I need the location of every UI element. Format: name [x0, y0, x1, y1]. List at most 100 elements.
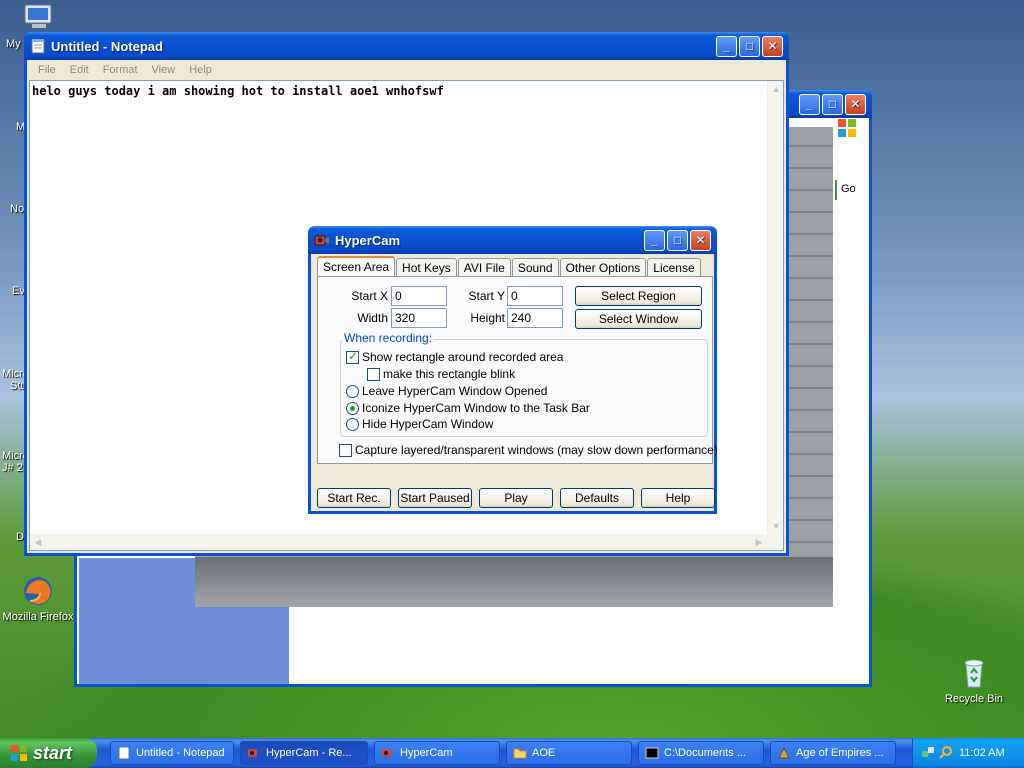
select-window-button[interactable]: Select Window: [575, 309, 702, 329]
task-label: Untitled - Notepad: [136, 747, 225, 759]
start-x-field[interactable]: 0: [391, 286, 447, 306]
vertical-scrollbar[interactable]: ▲ ▼: [767, 81, 783, 534]
menu-file[interactable]: File: [31, 64, 63, 76]
help-button[interactable]: Help: [641, 488, 715, 508]
maximize-button[interactable]: □: [667, 229, 688, 251]
desktop-label-partial[interactable]: D: [16, 531, 24, 543]
console-icon: [645, 746, 659, 760]
maximize-button[interactable]: □: [822, 93, 843, 115]
menu-edit[interactable]: Edit: [63, 64, 96, 76]
tab-sound[interactable]: Sound: [511, 258, 559, 277]
task-age-of-empires[interactable]: Age of Empires ...: [770, 741, 896, 765]
close-button[interactable]: ✕: [845, 93, 866, 115]
notepad-icon: [117, 746, 131, 760]
when-recording-label: When recording:: [342, 331, 435, 345]
tab-screen-area[interactable]: Screen Area: [317, 256, 396, 278]
tab-other-options[interactable]: Other Options: [559, 258, 647, 277]
minimize-button[interactable]: _: [644, 229, 665, 251]
task-label: HyperCam - Re...: [266, 747, 352, 759]
desktop-icon-firefox[interactable]: Mozilla Firefox: [0, 575, 76, 623]
tab-hot-keys[interactable]: Hot Keys: [396, 258, 457, 277]
windows-flag-icon: [10, 744, 28, 762]
scroll-up-icon[interactable]: ▲: [768, 81, 784, 97]
blink-rectangle-checkbox[interactable]: [367, 368, 380, 381]
clock[interactable]: 11:02 AM: [959, 747, 1005, 759]
start-label: start: [33, 742, 73, 763]
leave-opened-label[interactable]: Leave HyperCam Window Opened: [362, 384, 547, 398]
iconize-radio[interactable]: [346, 402, 359, 415]
menu-help[interactable]: Help: [182, 64, 219, 76]
hypercam-icon: [381, 746, 395, 760]
leave-opened-radio[interactable]: [346, 385, 359, 398]
hypercam-icon: [247, 746, 261, 760]
capture-layered-checkbox[interactable]: [339, 444, 352, 457]
task-aoe-folder[interactable]: AOE: [506, 741, 632, 765]
task-notepad[interactable]: Untitled - Notepad: [110, 741, 234, 765]
scroll-right-icon[interactable]: ▶: [751, 534, 767, 550]
scroll-left-icon[interactable]: ◀: [30, 534, 46, 550]
desktop-label-partial[interactable]: No: [10, 203, 24, 215]
age-of-empires-icon: [777, 746, 791, 760]
recycle-bin-icon: [958, 657, 990, 689]
game-floor: [195, 557, 833, 607]
hypercam-icon: [314, 232, 330, 248]
start-rec-button[interactable]: Start Rec.: [317, 488, 391, 508]
show-rectangle-checkbox[interactable]: [346, 349, 359, 364]
hypercam-window[interactable]: HyperCam _ □ ✕ Screen Area Hot Keys AVI …: [308, 226, 718, 514]
hypercam-tabs: Screen Area Hot Keys AVI File Sound Othe…: [317, 256, 702, 278]
height-label: Height: [470, 311, 505, 325]
task-hypercam-recording[interactable]: HyperCam - Re...: [240, 741, 368, 765]
notepad-titlebar[interactable]: Untitled - Notepad _ □ ✕: [24, 32, 789, 60]
search-icon[interactable]: [939, 745, 953, 762]
go-button[interactable]: Go: [835, 180, 869, 200]
notepad-menubar: File Edit Format View Help: [27, 60, 786, 80]
screen-area-panel: Start X 0 Start Y 0 Select Region Width …: [317, 276, 718, 464]
hypercam-titlebar[interactable]: HyperCam _ □ ✕: [308, 226, 717, 254]
hide-window-radio[interactable]: [346, 418, 359, 431]
tab-license[interactable]: License: [647, 258, 701, 277]
system-tray: 11:02 AM: [912, 738, 1024, 768]
desktop-icon-recycle-bin[interactable]: Recycle Bin: [936, 657, 1012, 705]
my-computer-icon[interactable]: [22, 3, 56, 31]
menu-format[interactable]: Format: [96, 64, 145, 76]
maximize-button[interactable]: □: [739, 35, 760, 57]
start-paused-button[interactable]: Start Paused: [398, 488, 472, 508]
desktop-label-partial[interactable]: J# 2: [2, 462, 23, 474]
blink-rectangle-label[interactable]: make this rectangle blink: [383, 367, 515, 381]
hide-window-label[interactable]: Hide HyperCam Window: [362, 417, 493, 431]
firefox-icon: [22, 575, 54, 607]
menu-view[interactable]: View: [145, 64, 183, 76]
taskbar: start Untitled - Notepad HyperCam - Re..…: [0, 738, 1024, 768]
task-label: Age of Empires ...: [796, 747, 884, 759]
minimize-button[interactable]: _: [716, 35, 737, 57]
folder-icon: [513, 746, 527, 760]
desktop-label-partial[interactable]: Ev: [12, 285, 25, 297]
capture-layered-label[interactable]: Capture layered/transparent windows (may…: [355, 443, 718, 457]
scroll-down-icon[interactable]: ▼: [768, 518, 784, 534]
height-field[interactable]: 240: [507, 308, 563, 328]
close-button[interactable]: ✕: [690, 229, 711, 251]
close-button[interactable]: ✕: [762, 35, 783, 57]
iconize-label[interactable]: Iconize HyperCam Window to the Task Bar: [362, 401, 590, 415]
task-command-prompt[interactable]: C:\Documents ...: [638, 741, 764, 765]
desktop-icon-label: Recycle Bin: [944, 693, 1004, 705]
desktop-label-my-computer[interactable]: My: [6, 38, 21, 50]
start-y-field[interactable]: 0: [507, 286, 563, 306]
notepad-icon: [30, 38, 46, 54]
network-icon[interactable]: [921, 745, 935, 762]
notepad-content: helo guys today i am showing hot to inst…: [32, 84, 444, 98]
start-button[interactable]: start: [0, 738, 97, 768]
select-region-button[interactable]: Select Region: [575, 286, 702, 306]
hypercam-title: HyperCam: [335, 232, 401, 248]
width-field[interactable]: 320: [391, 308, 447, 328]
notepad-title: Untitled - Notepad: [51, 38, 163, 54]
desktop-icon-label: Mozilla Firefox: [2, 611, 74, 623]
width-label: Width: [357, 311, 388, 325]
minimize-button[interactable]: _: [799, 93, 820, 115]
tab-avi-file[interactable]: AVI File: [457, 258, 511, 277]
task-hypercam[interactable]: HyperCam: [374, 741, 500, 765]
defaults-button[interactable]: Defaults: [560, 488, 634, 508]
show-rectangle-label[interactable]: Show rectangle around recorded area: [362, 350, 563, 364]
horizontal-scrollbar[interactable]: ◀ ▶: [30, 534, 783, 550]
play-button[interactable]: Play: [479, 488, 553, 508]
